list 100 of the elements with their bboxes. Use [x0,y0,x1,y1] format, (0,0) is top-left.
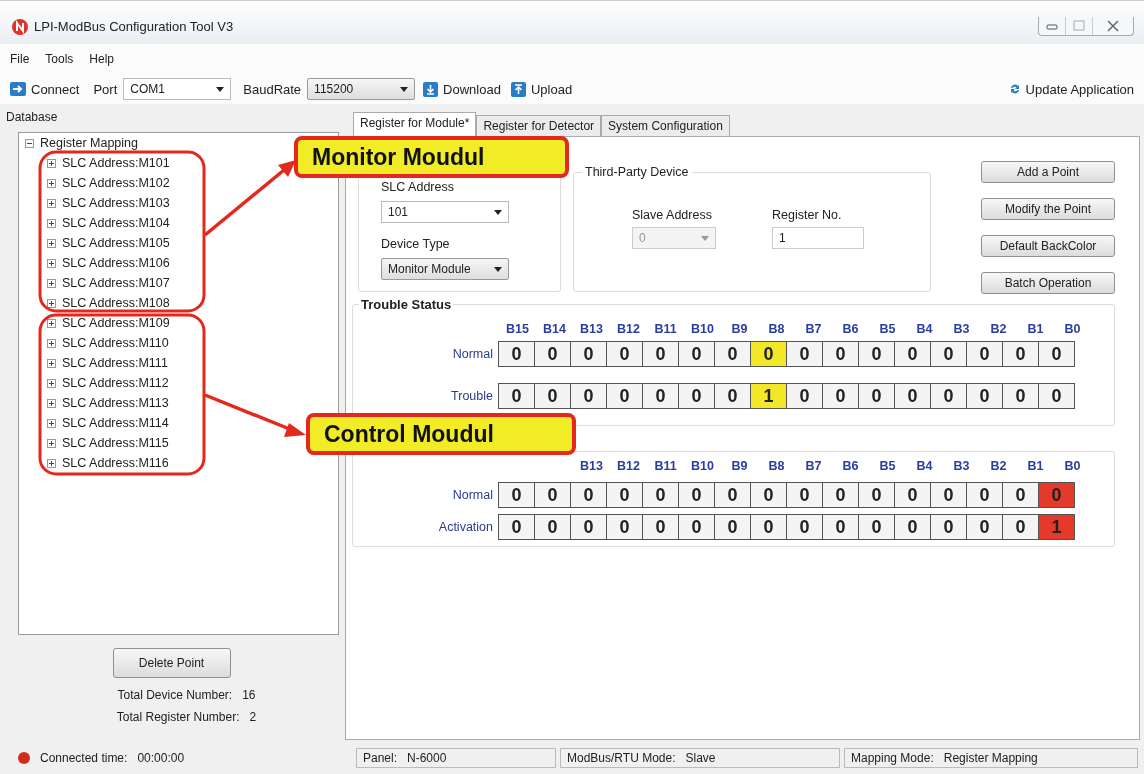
bit-cell[interactable]: 0 [606,383,643,409]
expand-icon[interactable] [47,458,56,468]
bit-cell[interactable]: 0 [498,482,535,508]
collapse-icon[interactable] [25,138,34,148]
expand-icon[interactable] [47,378,56,388]
bit-cell[interactable]: 0 [930,341,967,367]
bit-cell[interactable]: 0 [642,482,679,508]
action-button[interactable]: Modify the Point [981,198,1115,220]
download-button[interactable]: Download [421,81,503,97]
expand-icon[interactable] [47,418,56,428]
bit-cell[interactable]: 0 [966,482,1003,508]
slc-address-dropdown[interactable]: 101 [381,201,509,223]
tree-item[interactable]: SLC Address:M103 [62,196,170,210]
menu-item[interactable]: Tools [45,52,74,66]
bit-cell[interactable]: 0 [858,482,895,508]
bit-cell[interactable]: 0 [678,482,715,508]
bit-cell[interactable]: 0 [966,341,1003,367]
bit-cell[interactable]: 0 [678,341,715,367]
tree-item[interactable]: SLC Address:M109 [62,316,170,330]
bit-cell[interactable]: 0 [966,383,1003,409]
expand-icon[interactable] [47,338,56,348]
bit-cell[interactable]: 0 [534,383,571,409]
expand-icon[interactable] [47,178,56,188]
menu-item[interactable]: Help [89,52,115,66]
register-number-field[interactable]: 1 [772,227,864,249]
baudrate-dropdown[interactable]: 115200 [307,78,416,100]
bit-cell[interactable]: 0 [930,514,967,540]
tree-item[interactable]: SLC Address:M101 [62,156,170,170]
expand-icon[interactable] [47,358,56,368]
tree-item[interactable]: SLC Address:M106 [62,256,170,270]
bit-cell[interactable]: 0 [1038,341,1075,367]
bit-cell[interactable]: 0 [642,341,679,367]
bit-cell[interactable]: 0 [930,383,967,409]
bit-cell[interactable]: 0 [822,383,859,409]
bit-cell[interactable]: 0 [606,341,643,367]
bit-cell[interactable]: 0 [606,482,643,508]
bit-cell[interactable]: 0 [750,482,787,508]
bit-cell[interactable]: 0 [570,514,607,540]
bit-cell[interactable]: 0 [498,383,535,409]
bit-cell[interactable]: 0 [570,341,607,367]
expand-icon[interactable] [47,198,56,208]
tree-item[interactable]: SLC Address:M115 [62,436,169,450]
bit-cell[interactable]: 1 [1038,514,1075,540]
bit-cell[interactable]: 0 [1002,482,1039,508]
bit-cell[interactable]: 0 [606,514,643,540]
tab[interactable]: Register for Module* [353,112,477,136]
bit-cell[interactable]: 0 [534,482,571,508]
bit-cell[interactable]: 0 [714,383,751,409]
tree-item[interactable]: Register Mapping [40,136,138,150]
bit-cell[interactable]: 0 [1038,383,1075,409]
bit-cell[interactable]: 0 [534,514,571,540]
tree-item[interactable]: SLC Address:M110 [62,336,169,350]
bit-cell[interactable]: 0 [498,514,535,540]
bit-cell[interactable]: 0 [822,341,859,367]
bit-cell[interactable]: 0 [714,514,751,540]
bit-cell[interactable]: 0 [1002,514,1039,540]
tree-item[interactable]: SLC Address:M113 [62,396,169,410]
connect-button[interactable]: Connect [8,81,82,97]
tab[interactable]: Register for Detector [476,115,602,136]
tree-item[interactable]: SLC Address:M114 [62,416,169,430]
bit-cell[interactable]: 0 [930,482,967,508]
bit-cell[interactable]: 0 [786,514,823,540]
upload-button[interactable]: Upload [508,81,575,97]
tree-item[interactable]: SLC Address:M111 [62,356,168,370]
bit-cell[interactable]: 0 [534,341,571,367]
bit-cell[interactable]: 0 [894,482,931,508]
tree-item[interactable]: SLC Address:M116 [62,456,169,470]
expand-icon[interactable] [47,398,56,408]
bit-cell[interactable]: 1 [750,383,787,409]
bit-cell[interactable]: 0 [786,341,823,367]
bit-cell[interactable]: 0 [858,514,895,540]
expand-icon[interactable] [47,318,56,328]
expand-icon[interactable] [47,218,56,228]
update-application-button[interactable]: Update Application [1006,81,1136,97]
bit-cell[interactable]: 0 [894,341,931,367]
device-type-dropdown[interactable]: Monitor Module [381,258,509,280]
bit-cell[interactable]: 0 [894,514,931,540]
port-dropdown[interactable]: COM1 [123,78,232,100]
bit-cell[interactable]: 0 [786,482,823,508]
bit-cell[interactable]: 0 [1002,341,1039,367]
bit-cell[interactable]: 0 [894,383,931,409]
action-button[interactable]: Add a Point [981,161,1115,183]
tree-item[interactable]: SLC Address:M105 [62,236,170,250]
tree-item[interactable]: SLC Address:M108 [62,296,170,310]
action-button[interactable]: Batch Operation [981,272,1115,294]
bit-cell[interactable]: 0 [678,383,715,409]
bit-cell[interactable]: 0 [750,514,787,540]
bit-cell[interactable]: 0 [858,383,895,409]
tree-item[interactable]: SLC Address:M104 [62,216,170,230]
bit-cell[interactable]: 0 [822,514,859,540]
bit-cell[interactable]: 0 [570,482,607,508]
tree-item[interactable]: SLC Address:M107 [62,276,170,290]
menu-item[interactable]: File [10,52,30,66]
bit-cell[interactable]: 0 [858,341,895,367]
bit-cell[interactable]: 0 [642,514,679,540]
bit-cell[interactable]: 0 [498,341,535,367]
tree-item[interactable]: SLC Address:M112 [62,376,169,390]
bit-cell[interactable]: 0 [786,383,823,409]
tree-item[interactable]: SLC Address:M102 [62,176,170,190]
bit-cell[interactable]: 0 [1002,383,1039,409]
